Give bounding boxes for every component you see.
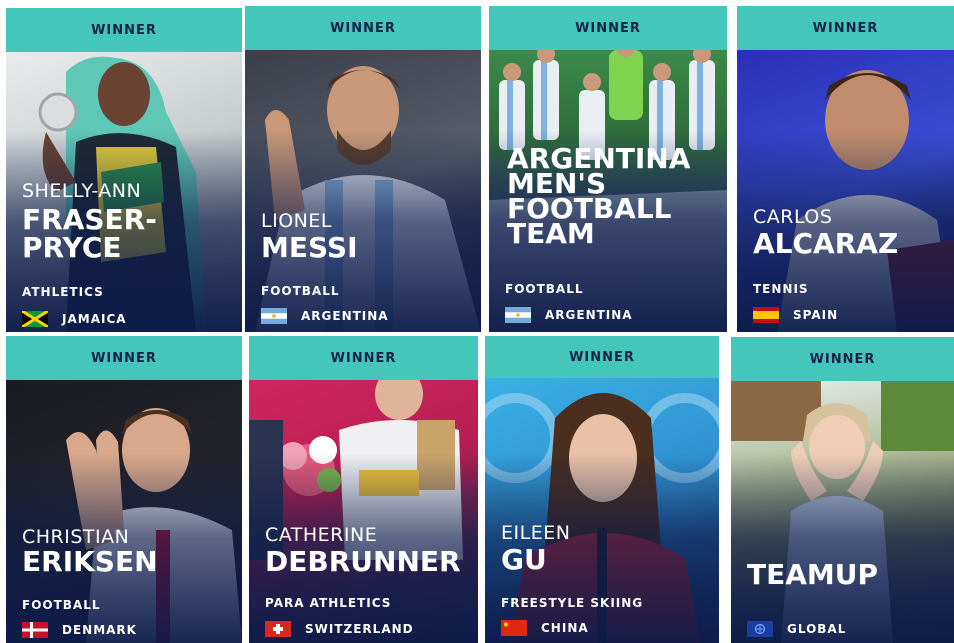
athlete-last-name: DEBRUNNER: [265, 545, 461, 578]
winner-card-fraser-pryce[interactable]: WINNER SHELLY-ANN FRASER- PRYCE ATHLETIC…: [6, 8, 242, 332]
winner-card-eileen-gu[interactable]: WINNER EILEEN GU FREESTYLE SKIING CHINA: [485, 336, 719, 643]
country-name: SWITZERLAND: [305, 622, 414, 636]
jamaica-flag-icon: [21, 309, 49, 329]
country-row: CHINA: [501, 620, 589, 636]
country-row: ARGENTINA: [261, 308, 389, 324]
sport-label: FOOTBALL: [505, 282, 584, 296]
organization-name: TEAMUP: [747, 558, 879, 591]
country-name: ARGENTINA: [545, 308, 633, 322]
winner-banner: WINNER: [245, 6, 481, 50]
sport-label: FREESTYLE SKIING: [501, 596, 644, 610]
country-name: GLOBAL: [787, 622, 847, 636]
winner-card-alcaraz[interactable]: WINNER CARLOS ALCARAZ TENNIS SPAIN: [737, 6, 954, 332]
team-name-line: TEAM: [507, 217, 595, 250]
country-name: ARGENTINA: [301, 309, 389, 323]
athlete-last-name: MESSI: [261, 231, 358, 264]
athlete-first-name: CATHERINE: [265, 524, 378, 546]
athlete-first-name: CARLOS: [753, 206, 833, 228]
winner-banner: WINNER: [485, 336, 719, 378]
china-flag-icon: [501, 620, 527, 636]
athlete-last-name: FRASER-: [22, 203, 157, 236]
sport-label: TENNIS: [753, 282, 809, 296]
country-row: SWITZERLAND: [265, 621, 414, 637]
winner-banner: WINNER: [731, 337, 954, 381]
athlete-first-name: SHELLY-ANN: [22, 180, 142, 202]
argentina-flag-icon: [261, 308, 287, 324]
country-name: CHINA: [541, 621, 589, 635]
globe-flag-icon: [747, 621, 773, 637]
athlete-first-name: LIONEL: [261, 210, 332, 232]
denmark-flag-icon: [22, 622, 48, 638]
sport-label: FOOTBALL: [22, 598, 101, 612]
winner-card-messi[interactable]: WINNER LIONEL MESSI FOOTBALL ARGENTINA: [245, 6, 481, 332]
country-row: GLOBAL: [747, 621, 846, 637]
winner-banner: WINNER: [489, 6, 727, 50]
winner-banner: WINNER: [249, 336, 478, 380]
argentina-flag-icon: [505, 307, 531, 323]
country-row: ARGENTINA: [505, 307, 633, 323]
winner-banner: WINNER: [737, 6, 954, 50]
country-name: DENMARK: [62, 623, 137, 637]
winner-card-argentina-team[interactable]: WINNER ARGENTINA MEN'S FOOTBALL TEAM FOO…: [489, 6, 727, 332]
sport-label: PARA ATHLETICS: [265, 596, 392, 610]
winner-banner: WINNER: [6, 336, 242, 380]
sport-label: FOOTBALL: [261, 284, 340, 298]
athlete-last-name: ERIKSEN: [22, 545, 158, 578]
winner-banner: WINNER: [6, 8, 242, 52]
winner-card-debrunner[interactable]: WINNER CATHERINE DEBRUNNER PARA ATHLETIC…: [249, 336, 478, 643]
country-row: JAMAICA: [21, 309, 127, 329]
country-name: JAMAICA: [62, 312, 127, 326]
athlete-last-name: PRYCE: [22, 231, 122, 264]
country-row: DENMARK: [22, 622, 137, 638]
athlete-first-name: EILEEN: [501, 522, 571, 544]
winner-card-eriksen[interactable]: WINNER CHRISTIAN ERIKSEN FOOTBALL DENMAR…: [6, 336, 242, 643]
winner-card-teamup[interactable]: WINNER TEAMUP GLOBAL: [731, 337, 954, 643]
country-row: SPAIN: [753, 307, 838, 323]
athlete-last-name: GU: [501, 543, 547, 576]
country-name: SPAIN: [793, 308, 839, 322]
spain-flag-icon: [753, 307, 779, 323]
switzerland-flag-icon: [265, 621, 291, 637]
sport-label: ATHLETICS: [22, 285, 104, 299]
athlete-last-name: ALCARAZ: [753, 227, 899, 260]
